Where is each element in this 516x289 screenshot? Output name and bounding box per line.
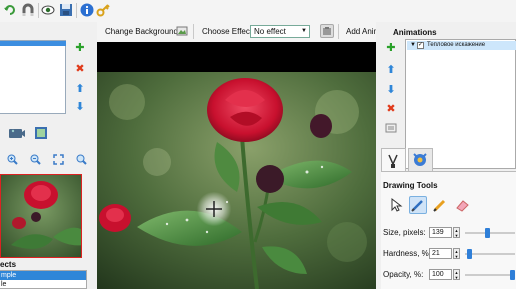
toolbar-separator	[76, 3, 77, 18]
effect-bar: Change Background Choose Effect: No effe…	[97, 22, 380, 42]
scene-list[interactable]	[0, 40, 66, 114]
opacity-stepper[interactable]: ▲ ▼	[453, 269, 460, 280]
eraser-tool[interactable]	[453, 196, 471, 214]
effect-select-value: No effect	[254, 27, 286, 36]
undo-icon[interactable]	[3, 3, 17, 17]
move-up-icon[interactable]: ⬆	[385, 64, 397, 76]
hardness-stepper[interactable]: ▲ ▼	[453, 248, 460, 259]
delete-icon[interactable]: ✖	[74, 63, 86, 75]
pencil-tool[interactable]	[431, 196, 449, 214]
hardness-slider[interactable]	[465, 253, 515, 255]
camera-icon[interactable]	[8, 126, 26, 140]
move-down-icon[interactable]: ⬇	[385, 84, 397, 96]
size-slider-thumb[interactable]	[485, 228, 491, 238]
export-icon[interactable]	[34, 126, 48, 140]
apply-effect-icon[interactable]	[320, 24, 334, 38]
hardness-input[interactable]: 21	[429, 248, 452, 259]
drawing-tools-panel: Drawing Tools Size, pixels: 139 ▲ ▼ Hardn…	[381, 171, 516, 289]
toolbar-separator	[338, 24, 339, 39]
effects-list-item[interactable]: mple	[0, 271, 86, 280]
effects-label: ects	[0, 260, 17, 269]
background-image-icon[interactable]	[176, 25, 188, 37]
brush-tool[interactable]	[409, 196, 427, 214]
animations-title: Animations	[393, 28, 437, 37]
toolbar-separator	[38, 3, 39, 18]
size-label: Size, pixels:	[383, 228, 426, 237]
opacity-slider-thumb[interactable]	[510, 270, 515, 280]
save-icon[interactable]	[59, 3, 73, 17]
chevron-down-icon: ▼	[301, 28, 307, 34]
size-input[interactable]: 139	[429, 227, 452, 238]
drawing-tools-title: Drawing Tools	[383, 181, 438, 190]
hardness-slider-thumb[interactable]	[467, 249, 473, 259]
choose-effect-label: Choose Effect:	[202, 27, 255, 36]
add-animation-icon[interactable]: ✚	[385, 42, 397, 54]
zoom-actual-icon[interactable]	[76, 154, 87, 165]
scene-list-selection[interactable]	[0, 41, 66, 46]
change-background-button[interactable]: Change Background	[105, 27, 178, 36]
brush-cursor	[196, 192, 232, 226]
hardness-label: Hardness, %:	[383, 249, 432, 258]
right-panel: Animations ✚ ⬆ ⬇ ✖ ▼ ✓ Тепловое искажени…	[376, 22, 516, 289]
properties-icon[interactable]	[385, 122, 397, 134]
move-down-icon[interactable]: ⬇	[74, 101, 86, 113]
preview-thumbnail[interactable]	[0, 174, 82, 258]
effect-select[interactable]: No effect ▼	[250, 25, 310, 38]
move-up-icon[interactable]: ⬆	[74, 83, 86, 95]
key-icon[interactable]	[96, 3, 110, 17]
select-tool[interactable]	[387, 196, 405, 214]
animation-checkbox[interactable]: ✓	[417, 42, 424, 49]
info-icon[interactable]	[80, 3, 94, 17]
opacity-slider[interactable]	[465, 274, 515, 276]
image-canvas[interactable]	[97, 42, 376, 289]
main-toolbar	[0, 0, 516, 22]
effects-list-item[interactable]: le	[0, 280, 86, 289]
opacity-label: Opacity, %:	[383, 270, 424, 279]
expand-arrow-icon[interactable]: ▼	[410, 41, 416, 50]
toolbar-separator	[193, 24, 194, 39]
delete-animation-icon[interactable]: ✖	[385, 103, 397, 115]
fit-screen-icon[interactable]	[53, 154, 64, 165]
tab-effects[interactable]	[408, 148, 433, 172]
effects-list[interactable]: mple le	[0, 270, 87, 289]
zoom-in-icon[interactable]	[7, 154, 18, 165]
zoom-out-icon[interactable]	[30, 154, 41, 165]
eye-icon[interactable]	[41, 3, 55, 17]
tab-drawing-tools[interactable]	[381, 148, 406, 172]
animation-list-item[interactable]: ▼ ✓ Тепловое искажение	[407, 41, 516, 50]
magnet-icon[interactable]	[21, 3, 35, 17]
opacity-input[interactable]: 100	[429, 269, 452, 280]
animation-item-label: Тепловое искажение	[427, 42, 486, 48]
left-panel: ✚ ✖ ⬆ ⬇ ects mple le	[0, 22, 96, 289]
add-icon[interactable]: ✚	[74, 42, 86, 54]
size-stepper[interactable]: ▲ ▼	[453, 227, 460, 238]
